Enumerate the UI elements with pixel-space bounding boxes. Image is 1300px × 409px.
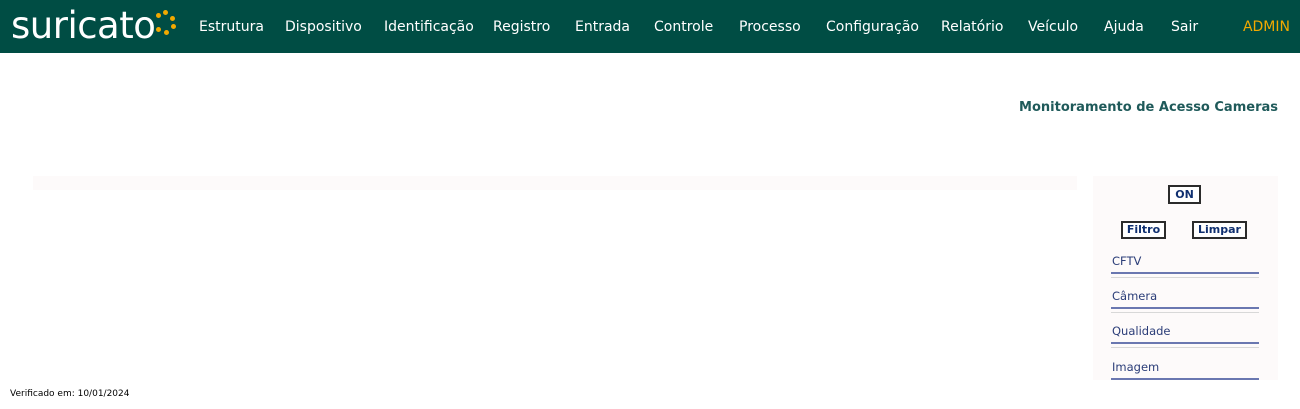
cftv-select[interactable]: CFTV bbox=[1111, 250, 1259, 274]
divider bbox=[1111, 277, 1259, 278]
main-menu: Estrutura Dispositivo Identificação Regi… bbox=[0, 0, 1300, 53]
camera-select[interactable]: Câmera bbox=[1111, 285, 1259, 309]
menu-configuracao[interactable]: Configuração bbox=[826, 18, 919, 36]
menu-entrada[interactable]: Entrada bbox=[575, 18, 630, 36]
menu-ajuda[interactable]: Ajuda bbox=[1104, 18, 1144, 36]
menu-controle[interactable]: Controle bbox=[654, 18, 713, 36]
menu-dispositivo[interactable]: Dispositivo bbox=[285, 18, 362, 36]
menu-sair[interactable]: Sair bbox=[1171, 18, 1198, 36]
menu-estrutura[interactable]: Estrutura bbox=[199, 18, 264, 36]
menu-processo[interactable]: Processo bbox=[739, 18, 801, 36]
menu-relatorio[interactable]: Relatório bbox=[941, 18, 1003, 36]
camera-view-area bbox=[33, 176, 1077, 190]
image-select[interactable]: Imagem bbox=[1111, 356, 1259, 380]
menu-registro[interactable]: Registro bbox=[493, 18, 550, 36]
divider bbox=[1111, 312, 1259, 313]
menu-identificacao[interactable]: Identificação bbox=[384, 18, 474, 36]
top-navigation-bar: suricato Estrutura Dispositivo Identific… bbox=[0, 0, 1300, 53]
quality-select[interactable]: Qualidade bbox=[1111, 320, 1259, 344]
divider bbox=[1111, 347, 1259, 348]
menu-veiculo[interactable]: Veículo bbox=[1028, 18, 1078, 36]
user-name: ADMIN bbox=[1242, 19, 1290, 35]
camera-control-panel: ON Filtro Limpar CFTV Câmera Qualidade I… bbox=[1093, 176, 1278, 380]
page-title: Monitoramento de Acesso Cameras bbox=[1019, 100, 1278, 115]
on-button[interactable]: ON bbox=[1168, 185, 1201, 204]
image-label: Imagem bbox=[1112, 360, 1160, 374]
clear-button[interactable]: Limpar bbox=[1192, 221, 1247, 239]
camera-label: Câmera bbox=[1112, 289, 1158, 303]
cftv-label: CFTV bbox=[1112, 254, 1142, 268]
verified-date: Verificado em: 10/01/2024 bbox=[10, 389, 130, 399]
quality-label: Qualidade bbox=[1112, 324, 1171, 338]
filter-button[interactable]: Filtro bbox=[1121, 221, 1166, 239]
